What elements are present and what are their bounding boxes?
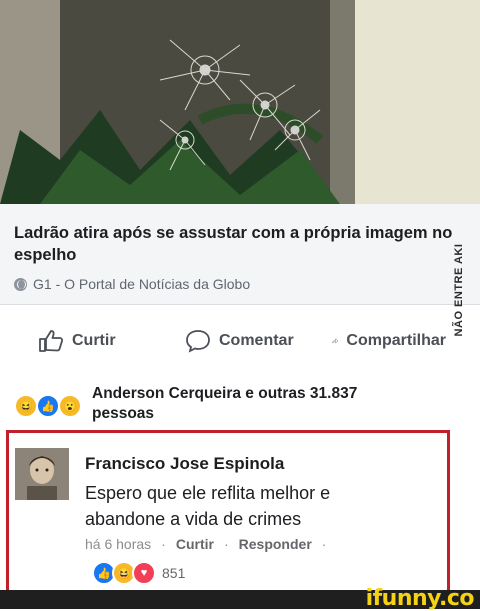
side-watermark-text: NÃO ENTRE AKI [453,243,465,337]
comment-text: Espero que ele reflita melhor e abandone… [85,483,331,529]
comment-like-link[interactable]: Curtir [176,536,214,552]
like-reaction-icon: 👍 [36,394,60,418]
comment-reaction-count: 851 [162,565,186,581]
like-button[interactable]: Curtir [38,329,116,353]
comment-bubble-icon [186,330,210,353]
comment-button[interactable]: Comentar [185,329,294,353]
share-arrow-icon [332,338,339,344]
comment-reply-link[interactable]: Responder [239,536,312,552]
post-photo[interactable] [0,0,480,204]
wow-reaction-icon: 😮 [58,394,82,418]
action-bar: Curtir Comentar Compartilhar [0,304,480,369]
share-button[interactable]: Compartilhar [332,329,446,353]
reactions-summary-text[interactable]: Anderson Cerqueira e outras 31.837 pesso… [92,384,422,424]
comment-author[interactable]: Francisco Jose Espinola [85,454,284,474]
meta-dot: · [321,536,327,552]
comment-button-label: Comentar [219,332,294,349]
ifunny-logo: ifunny.co [365,586,475,611]
comment-reactions[interactable]: 👍 😆 ♥ 851 [92,561,186,585]
comment-time[interactable]: há 6 horas [85,536,151,552]
avatar-photo [15,448,69,500]
share-button-label: Compartilhar [346,332,446,349]
post-source-label: G1 - O Portal de Notícias da Globo [33,276,251,292]
meta-dot: · [223,536,229,552]
meta-dot: · [161,536,166,552]
like-button-label: Curtir [72,332,116,349]
avatar[interactable] [15,448,69,500]
laugh-reaction-icon: 😆 [14,394,38,418]
thumbs-up-icon [39,330,64,352]
post-headline[interactable]: Ladrão atira após se assustar com a próp… [14,222,454,266]
comment-meta: há 6 horas · Curtir · Responder · [85,536,326,552]
love-reaction-icon: ♥ [132,561,156,585]
shattered-mirror-image [0,0,480,204]
globe-icon [14,277,27,291]
post-source[interactable]: G1 - O Portal de Notícias da Globo [14,276,250,292]
